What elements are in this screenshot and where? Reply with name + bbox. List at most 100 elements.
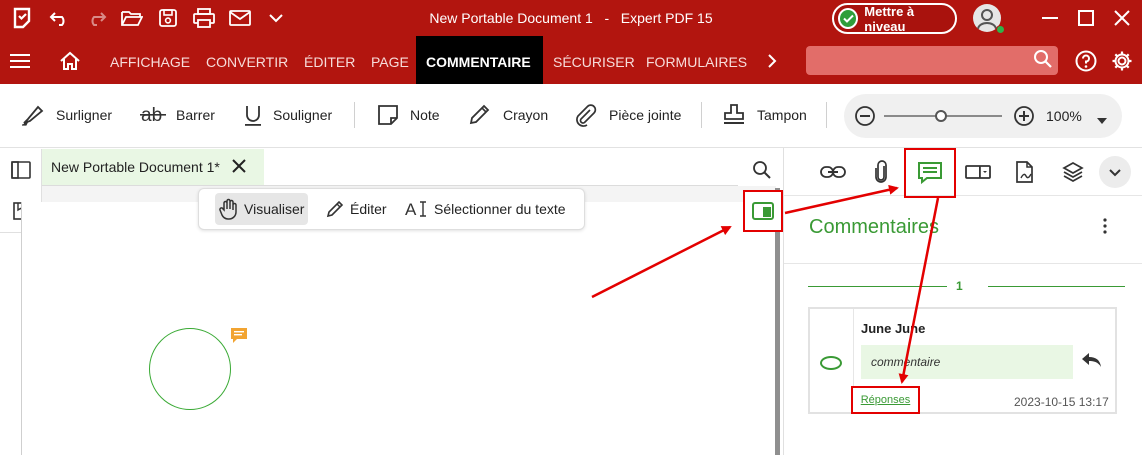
zoom-control: 100% <box>844 94 1122 138</box>
side-panel-icon <box>752 202 774 220</box>
paperclip-icon <box>576 104 597 127</box>
comments-tab[interactable] <box>904 148 956 198</box>
document-search-icon[interactable] <box>752 160 772 185</box>
print-icon[interactable] <box>192 6 216 30</box>
zoom-slider-handle[interactable] <box>934 110 947 122</box>
window-title-separator: - <box>604 10 610 26</box>
hamburger-menu-icon[interactable] <box>8 49 32 73</box>
menu-bar: AFFICHAGE CONVERTIR ÉDITER PAGE COMMENTA… <box>0 36 1142 84</box>
menu-affichage[interactable]: AFFICHAGE <box>100 36 200 84</box>
menu-securiser[interactable]: SÉCURISER <box>543 36 645 84</box>
more-tabs-button[interactable] <box>1099 156 1131 188</box>
text-cursor-icon: A <box>405 200 426 219</box>
upgrade-button[interactable]: Mettre à niveau <box>832 3 957 34</box>
more-options-icon[interactable] <box>1102 218 1108 239</box>
panel-layout-icon[interactable] <box>11 161 31 184</box>
attachments-tab-icon[interactable] <box>867 158 895 186</box>
right-panel: Commentaires 1 June June commentaire 202… <box>783 148 1142 455</box>
highlighter-icon <box>22 105 44 126</box>
note-tool[interactable]: Note <box>376 100 440 130</box>
highlight-tool-label: Surligner <box>56 107 113 123</box>
redo-icon[interactable] <box>84 6 108 30</box>
hand-icon <box>219 198 237 220</box>
comment-author: June June <box>861 321 926 336</box>
zoom-value[interactable]: 100% <box>1046 108 1082 124</box>
open-folder-icon[interactable] <box>120 6 144 30</box>
attachment-tool[interactable]: Pièce jointe <box>573 100 681 130</box>
comment-text-bubble[interactable]: commentaire <box>861 345 1073 379</box>
email-icon[interactable] <box>228 6 252 30</box>
layers-tab-icon[interactable] <box>1059 158 1087 186</box>
maximize-icon[interactable] <box>1074 6 1098 30</box>
app-logo-icon <box>10 6 34 30</box>
menu-editer[interactable]: ÉDITER <box>294 36 365 84</box>
search-icon <box>1033 49 1053 74</box>
page-separator-line <box>988 286 1125 287</box>
home-icon[interactable] <box>58 49 82 73</box>
mode-toolbar: Visualiser Éditer A Sélectionner du text… <box>198 188 585 230</box>
pdf-page[interactable] <box>21 202 774 455</box>
window-title-document: New Portable Document 1 <box>429 10 593 26</box>
chevron-right-icon[interactable] <box>760 49 784 73</box>
view-mode-label: Visualiser <box>244 201 305 217</box>
zoom-out-icon[interactable] <box>854 105 876 132</box>
links-tab-icon[interactable] <box>819 158 847 186</box>
ellipse-annotation-icon <box>820 356 842 370</box>
document-tab[interactable]: New Portable Document 1* <box>42 149 264 185</box>
note-icon <box>378 105 398 125</box>
comment-ribbon: Surligner ab Barrer Souligner Note Crayo… <box>0 84 1142 148</box>
upgrade-label: Mettre à niveau <box>864 3 915 34</box>
note-tool-label: Note <box>410 107 440 123</box>
menu-commentaire[interactable]: COMMENTAIRE <box>416 36 543 84</box>
pencil-icon <box>469 104 490 125</box>
page-number-label: 1 <box>956 279 963 293</box>
chevron-down-icon[interactable] <box>264 6 288 30</box>
edit-mode-button[interactable]: Éditer <box>321 193 391 225</box>
underline-tool[interactable]: Souligner <box>243 100 332 130</box>
ribbon-divider <box>826 102 827 128</box>
panel-divider <box>784 263 1142 264</box>
check-icon <box>838 8 859 29</box>
online-status-dot <box>996 25 1005 34</box>
signature-tab-icon[interactable] <box>1011 158 1039 186</box>
undo-icon[interactable] <box>48 6 72 30</box>
circle-annotation[interactable] <box>149 328 231 410</box>
form-fields-tab-icon[interactable] <box>964 158 992 186</box>
replies-link[interactable]: Réponses <box>851 386 920 414</box>
menu-convertir[interactable]: CONVERTIR <box>196 36 298 84</box>
help-icon[interactable] <box>1074 49 1098 73</box>
view-mode-button[interactable]: Visualiser <box>215 193 309 225</box>
close-tab-icon[interactable] <box>231 158 247 177</box>
highlight-tool[interactable]: Surligner <box>20 100 112 130</box>
save-icon[interactable] <box>156 6 180 30</box>
close-icon[interactable] <box>1110 6 1134 30</box>
comment-note-icon[interactable] <box>230 327 248 350</box>
select-text-mode-label: Sélectionner du texte <box>434 201 566 217</box>
zoom-dropdown-icon[interactable] <box>1096 112 1108 130</box>
page-separator-line <box>808 286 947 287</box>
document-tab-label: New Portable Document 1* <box>51 159 220 175</box>
toggle-right-panel-button[interactable] <box>743 190 783 232</box>
right-panel-tabs <box>784 148 1142 198</box>
reply-icon[interactable] <box>1080 351 1102 374</box>
menu-formulaires[interactable]: FORMULAIRES <box>636 36 757 84</box>
edit-mode-label: Éditer <box>350 201 387 217</box>
stamp-tool[interactable]: Tampon <box>721 100 807 130</box>
menu-page[interactable]: PAGE <box>361 36 419 84</box>
stamp-tool-label: Tampon <box>757 107 807 123</box>
underline-icon <box>245 106 261 126</box>
zoom-in-icon[interactable] <box>1013 105 1035 132</box>
pencil-tool-label: Crayon <box>503 107 549 123</box>
minimize-icon[interactable] <box>1038 6 1062 30</box>
strikethrough-tool-label: Barrer <box>176 107 215 123</box>
underline-tool-label: Souligner <box>273 107 333 123</box>
select-text-mode-button[interactable]: A Sélectionner du texte <box>401 193 570 225</box>
ribbon-divider <box>701 102 702 128</box>
chevron-down-icon <box>1109 168 1121 176</box>
settings-gear-icon[interactable] <box>1110 49 1134 73</box>
comment-text: commentaire <box>871 355 941 369</box>
search-input[interactable] <box>806 46 1058 75</box>
strikethrough-tool[interactable]: ab Barrer <box>140 100 215 130</box>
pencil-tool[interactable]: Crayon <box>467 100 548 130</box>
stamp-icon <box>724 104 744 124</box>
